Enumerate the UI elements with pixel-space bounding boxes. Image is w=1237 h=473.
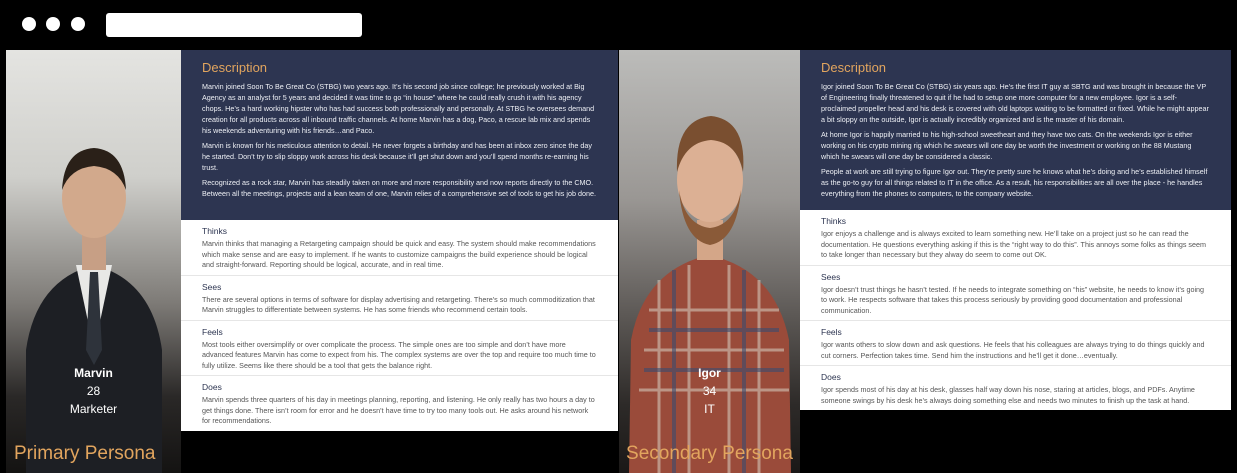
section-text: Igor spends most of his day at his desk,… [821,385,1195,405]
section-title: Feels [821,327,842,337]
section-text: Marvin thinks that managing a Retargetin… [202,239,596,269]
persona-type-label: Secondary Persona [626,443,793,464]
section-text: Igor wants others to slow down and ask q… [821,340,1205,360]
section-text: Most tools either oversimplify or over c… [202,339,596,370]
description-paragraph: At home Igor is happily married to his h… [821,130,1193,161]
section-title: Sees [202,281,222,292]
section-text: Igor doesn’t trust things he hasn’t test… [821,284,1205,315]
persona-content: Description Igor joined Soon To Be Great… [800,50,1231,410]
section-does: Does Igor spends most of his day at his … [800,366,1231,410]
persona-name: Igor [698,366,721,380]
persona-age: 34 [702,384,717,398]
section-thinks: Thinks Marvin thinks that managing a Ret… [181,220,618,276]
window-maximize-dot[interactable] [71,17,85,31]
section-thinks: Thinks Igor enjoys a challenge and is al… [800,210,1231,266]
persona-photo: Marvin 28 Marketer Primary Persona [6,50,181,473]
persona-content: Description Marvin joined Soon To Be Gre… [181,50,618,431]
description-panel: Description Igor joined Soon To Be Great… [800,50,1231,210]
section-text: There are several options in terms of so… [202,294,595,315]
window-minimize-dot[interactable] [46,17,60,31]
section-text: Igor enjoys a challenge and is always ex… [821,229,1206,259]
address-bar[interactable] [106,13,362,37]
description-paragraph: Marvin joined Soon To Be Great Co (STBG)… [202,82,595,135]
section-title: Feels [202,326,223,337]
browser-chrome [0,0,1237,50]
section-title: Thinks [202,226,228,236]
section-sees: Sees Igor doesn’t trust things he hasn’t… [800,266,1231,321]
description-paragraph: Igor joined Soon To Be Great Co (STBG) s… [821,82,1209,124]
persona-role: Marketer [69,402,118,416]
persona-age: 28 [86,384,101,398]
persona-type-label: Primary Persona [14,443,156,464]
section-sees: Sees There are several options in terms … [181,276,618,321]
description-paragraph: People at work are still trying to figur… [821,167,1208,198]
window-close-dot[interactable] [22,17,36,31]
description-paragraph: Recognized as a rock star, Marvin has st… [202,178,596,198]
persona-name: Marvin [74,366,113,380]
section-does: Does Marvin spends three quarters of his… [181,376,618,431]
section-title: Does [821,372,841,382]
description-title: Description [202,60,268,75]
section-text: Marvin spends three quarters of his day … [202,395,595,425]
persona-photo: Igor 34 IT Secondary Persona [619,50,800,473]
description-paragraph: Marvin is known for his meticulous atten… [202,141,592,172]
persona-card-primary: Marvin 28 Marketer Primary Persona Descr… [6,50,618,473]
section-feels: Feels Igor wants others to slow down and… [800,321,1231,366]
section-feels: Feels Most tools either oversimplify or … [181,321,618,376]
section-title: Does [202,382,222,392]
description-panel: Description Marvin joined Soon To Be Gre… [181,50,618,220]
persona-role: IT [704,402,715,416]
section-title: Thinks [821,216,847,226]
description-title: Description [821,60,887,75]
section-title: Sees [821,271,841,282]
persona-card-secondary: Igor 34 IT Secondary Persona Description… [619,50,1231,473]
